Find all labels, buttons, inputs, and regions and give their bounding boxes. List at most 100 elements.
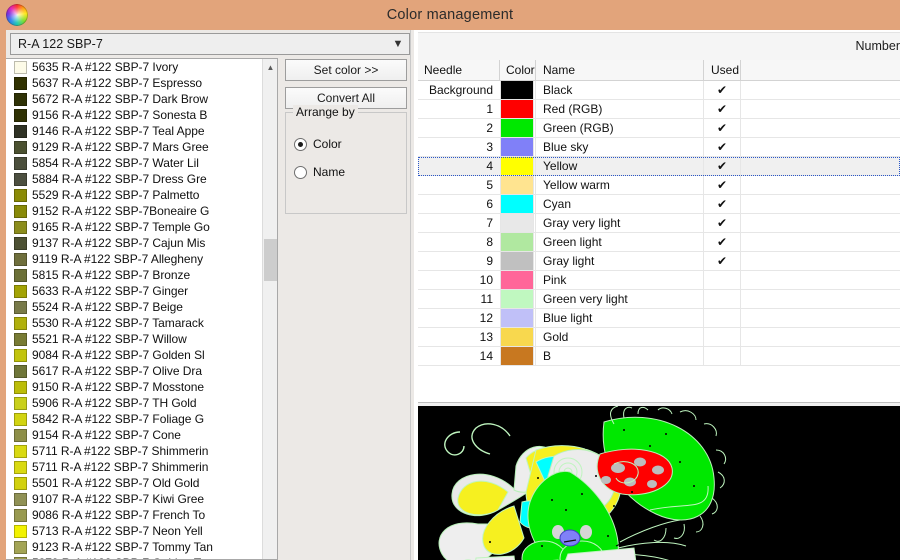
palette-list-item[interactable]: 9107 R-A #122 SBP-7 Kiwi Gree bbox=[6, 491, 260, 507]
palette-list-item[interactable]: 9154 R-A #122 SBP-7 Cone bbox=[6, 427, 260, 443]
palette-list-item[interactable]: 5529 R-A #122 SBP-7 Palmetto bbox=[6, 187, 260, 203]
palette-color-swatch bbox=[14, 92, 27, 106]
grid-cell-needle: 11 bbox=[480, 292, 493, 306]
grid-column-header[interactable]: Used bbox=[703, 60, 740, 80]
grid-row[interactable]: Background Black ✔ bbox=[418, 81, 900, 100]
palette-color-list[interactable]: 5635 R-A #122 SBP-7 Ivory 5637 R-A #122 S… bbox=[6, 59, 260, 559]
palette-list-item[interactable]: 9084 R-A #122 SBP-7 Golden Sl bbox=[6, 347, 260, 363]
grid-cell-color[interactable] bbox=[499, 347, 535, 365]
palette-list-item[interactable]: 5879 R-A #122 SBP-7 Golden To bbox=[6, 555, 260, 559]
grid-row[interactable]: 5 Yellow warm ✔ bbox=[418, 176, 900, 195]
palette-list-item[interactable]: 5906 R-A #122 SBP-7 TH Gold bbox=[6, 395, 260, 411]
needle-color-grid[interactable]: Needle Color Name Used Background Black ✔ 1 Red … bbox=[418, 60, 900, 394]
palette-list-item[interactable]: 5842 R-A #122 SBP-7 Foliage G bbox=[6, 411, 260, 427]
palette-color-swatch bbox=[14, 76, 27, 90]
grid-cell-number bbox=[740, 233, 900, 251]
grid-row[interactable]: 1 Red (RGB) ✔ bbox=[418, 100, 900, 119]
palette-list-item[interactable]: 9129 R-A #122 SBP-7 Mars Gree bbox=[6, 139, 260, 155]
grid-cell-used: ✔ bbox=[703, 100, 740, 118]
grid-cell-needle: 13 bbox=[479, 330, 493, 344]
palette-list-item[interactable]: 5672 R-A #122 SBP-7 Dark Brow bbox=[6, 91, 260, 107]
palette-color-swatch bbox=[14, 236, 27, 250]
grid-row[interactable]: 10 Pink bbox=[418, 271, 900, 290]
palette-list-item[interactable]: 9156 R-A #122 SBP-7 Sonesta B bbox=[6, 107, 260, 123]
grid-cell-color[interactable] bbox=[499, 214, 535, 232]
palette-list-item[interactable]: 5530 R-A #122 SBP-7 Tamarack bbox=[6, 315, 260, 331]
grid-cell-color[interactable] bbox=[499, 100, 535, 118]
grid-row[interactable]: 3 Blue sky ✔ bbox=[418, 138, 900, 157]
palette-list-item[interactable]: 5521 R-A #122 SBP-7 Willow bbox=[6, 331, 260, 347]
palette-list-item[interactable]: 9086 R-A #122 SBP-7 French To bbox=[6, 507, 260, 523]
grid-cell-used: ✔ bbox=[703, 81, 740, 99]
palette-list-item[interactable]: 9137 R-A #122 SBP-7 Cajun Mis bbox=[6, 235, 260, 251]
grid-color-swatch bbox=[500, 195, 534, 213]
palette-list-item[interactable]: 5854 R-A #122 SBP-7 Water Lil bbox=[6, 155, 260, 171]
palette-list-item[interactable]: 5711 R-A #122 SBP-7 Shimmerin bbox=[6, 443, 260, 459]
palette-color-swatch bbox=[14, 332, 27, 346]
grid-row[interactable]: 13 Gold bbox=[418, 328, 900, 347]
window-title: Color management bbox=[386, 7, 514, 23]
grid-cell-color[interactable] bbox=[499, 195, 535, 213]
palette-list-item[interactable]: 9152 R-A #122 SBP-7Boneaire G bbox=[6, 203, 260, 219]
palette-color-swatch bbox=[14, 540, 27, 554]
palette-list-item[interactable]: 9150 R-A #122 SBP-7 Mosstone bbox=[6, 379, 260, 395]
grid-cell-needle: 14 bbox=[479, 349, 493, 363]
palette-list-item[interactable]: 5617 R-A #122 SBP-7 Olive Dra bbox=[6, 363, 260, 379]
grid-cell-color[interactable] bbox=[499, 271, 535, 289]
embroidery-design-preview[interactable] bbox=[418, 406, 900, 560]
set-color-button[interactable]: Set color >> bbox=[285, 59, 407, 81]
radio-arrange-by-color[interactable]: Color bbox=[294, 137, 342, 151]
scroll-up-arrow-icon[interactable]: ▲ bbox=[263, 59, 277, 75]
palette-list-item[interactable]: 5524 R-A #122 SBP-7 Beige bbox=[6, 299, 260, 315]
palette-list-item[interactable]: 9123 R-A #122 SBP-7 Tommy Tan bbox=[6, 539, 260, 555]
palette-list-item[interactable]: 9146 R-A #122 SBP-7 Teal Appe bbox=[6, 123, 260, 139]
grid-cell-color[interactable] bbox=[499, 138, 535, 156]
grid-cell-color[interactable] bbox=[499, 233, 535, 251]
palette-list-item[interactable]: 5501 R-A #122 SBP-7 Old Gold bbox=[6, 475, 260, 491]
grid-row[interactable]: 4 Yellow ✔ bbox=[418, 157, 900, 176]
palette-list-item[interactable]: 5633 R-A #122 SBP-7 Ginger bbox=[6, 283, 260, 299]
palette-list-item[interactable]: 5713 R-A #122 SBP-7 Neon Yell bbox=[6, 523, 260, 539]
grid-cell-color[interactable] bbox=[499, 119, 535, 137]
palette-list-item[interactable]: 5637 R-A #122 SBP-7 Espresso bbox=[6, 75, 260, 91]
scrollbar-thumb[interactable] bbox=[264, 239, 277, 281]
palette-color-swatch bbox=[14, 476, 27, 490]
grid-cell-color[interactable] bbox=[499, 328, 535, 346]
palette-list-scrollbar[interactable]: ▲ bbox=[262, 59, 277, 559]
grid-column-header[interactable]: Color bbox=[499, 60, 535, 80]
palette-item-label: 9129 R-A #122 SBP-7 Mars Gree bbox=[32, 140, 209, 154]
grid-cell-used: ✔ bbox=[703, 119, 740, 137]
grid-row[interactable]: 6 Cyan ✔ bbox=[418, 195, 900, 214]
grid-row[interactable]: 11 Green very light bbox=[418, 290, 900, 309]
grid-column-header[interactable]: Needle bbox=[418, 60, 499, 80]
grid-cell-color[interactable] bbox=[499, 157, 535, 175]
palette-color-swatch bbox=[14, 204, 27, 218]
palette-list-item[interactable]: 9165 R-A #122 SBP-7 Temple Go bbox=[6, 219, 260, 235]
grid-row[interactable]: 8 Green light ✔ bbox=[418, 233, 900, 252]
palette-item-label: 5617 R-A #122 SBP-7 Olive Dra bbox=[32, 364, 202, 378]
palette-list-item[interactable]: 5635 R-A #122 SBP-7 Ivory bbox=[6, 59, 260, 75]
palette-color-list-frame: 5635 R-A #122 SBP-7 Ivory 5637 R-A #122 S… bbox=[6, 58, 278, 560]
grid-row[interactable]: 12 Blue light bbox=[418, 309, 900, 328]
palette-item-label: 5711 R-A #122 SBP-7 Shimmerin bbox=[32, 444, 209, 458]
grid-row[interactable]: 9 Gray light ✔ bbox=[418, 252, 900, 271]
grid-cell-color[interactable] bbox=[499, 290, 535, 308]
grid-cell-color[interactable] bbox=[499, 176, 535, 194]
grid-row[interactable]: 2 Green (RGB) ✔ bbox=[418, 119, 900, 138]
radio-arrange-by-name[interactable]: Name bbox=[294, 165, 345, 179]
palette-list-item[interactable]: 5884 R-A #122 SBP-7 Dress Gre bbox=[6, 171, 260, 187]
grid-column-header[interactable]: Name bbox=[535, 60, 703, 80]
palette-color-swatch bbox=[14, 140, 27, 154]
palette-dropdown[interactable]: R-A 122 SBP-7 ▼ bbox=[10, 33, 410, 55]
grid-row[interactable]: 14 B bbox=[418, 347, 900, 366]
grid-column-header[interactable] bbox=[740, 60, 900, 80]
palette-item-label: 9123 R-A #122 SBP-7 Tommy Tan bbox=[32, 540, 213, 554]
palette-list-item[interactable]: 5815 R-A #122 SBP-7 Bronze bbox=[6, 267, 260, 283]
palette-list-item[interactable]: 5711 R-A #122 SBP-7 Shimmerin bbox=[6, 459, 260, 475]
palette-list-item[interactable]: 9119 R-A #122 SBP-7 Allegheny bbox=[6, 251, 260, 267]
grid-cell-number bbox=[740, 81, 900, 99]
grid-cell-color[interactable] bbox=[499, 252, 535, 270]
grid-cell-color[interactable] bbox=[499, 81, 535, 99]
grid-cell-color[interactable] bbox=[499, 309, 535, 327]
grid-row[interactable]: 7 Gray very light ✔ bbox=[418, 214, 900, 233]
